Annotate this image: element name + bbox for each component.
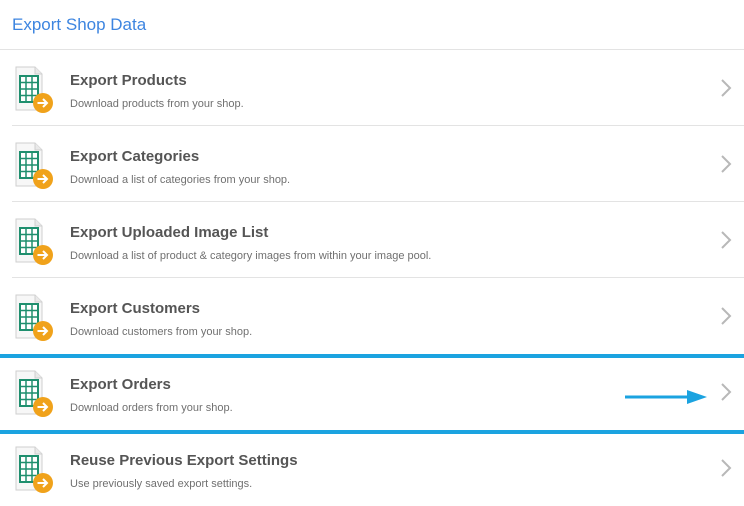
spreadsheet-export-icon xyxy=(12,446,54,494)
item-title: Export Categories xyxy=(70,148,200,165)
spreadsheet-export-icon xyxy=(12,142,54,190)
export-products-row[interactable]: Export Products Download products from y… xyxy=(0,50,744,126)
item-description: Download orders from your shop. xyxy=(70,402,233,414)
spreadsheet-export-icon xyxy=(12,218,54,266)
item-title: Export Orders xyxy=(70,376,171,393)
page-title: Export Shop Data xyxy=(12,14,147,34)
item-description: Download a list of product & category im… xyxy=(70,250,432,262)
highlight-top-line xyxy=(0,354,744,358)
spreadsheet-export-icon xyxy=(12,294,54,342)
chevron-right-icon xyxy=(720,229,732,251)
chevron-right-icon xyxy=(720,305,732,327)
item-description: Download a list of categories from your … xyxy=(70,174,291,186)
export-customers-row[interactable]: Export Customers Download customers from… xyxy=(0,278,744,354)
item-description: Use previously saved export settings. xyxy=(70,478,253,490)
reuse-previous-export-settings-row[interactable]: Reuse Previous Export Settings Use previ… xyxy=(0,430,744,506)
page-header: Export Shop Data xyxy=(0,0,744,50)
spreadsheet-export-icon xyxy=(12,66,54,114)
item-title: Reuse Previous Export Settings xyxy=(70,452,298,469)
item-title: Export Customers xyxy=(70,300,201,317)
export-options-list: Export Products Download products from y… xyxy=(0,50,744,506)
item-title: Export Uploaded Image List xyxy=(70,224,269,241)
export-uploaded-image-list-row[interactable]: Export Uploaded Image List Download a li… xyxy=(0,202,744,278)
chevron-right-icon xyxy=(720,153,732,175)
arrow-right-icon xyxy=(625,389,709,405)
chevron-right-icon xyxy=(720,77,732,99)
highlight-bottom-line xyxy=(0,430,744,434)
chevron-right-icon xyxy=(720,381,732,403)
spreadsheet-export-icon xyxy=(12,370,54,418)
item-title: Export Products xyxy=(70,72,187,89)
item-description: Download products from your shop. xyxy=(70,98,244,110)
chevron-right-icon xyxy=(720,457,732,479)
item-description: Download customers from your shop. xyxy=(70,326,253,338)
export-categories-row[interactable]: Export Categories Download a list of cat… xyxy=(0,126,744,202)
